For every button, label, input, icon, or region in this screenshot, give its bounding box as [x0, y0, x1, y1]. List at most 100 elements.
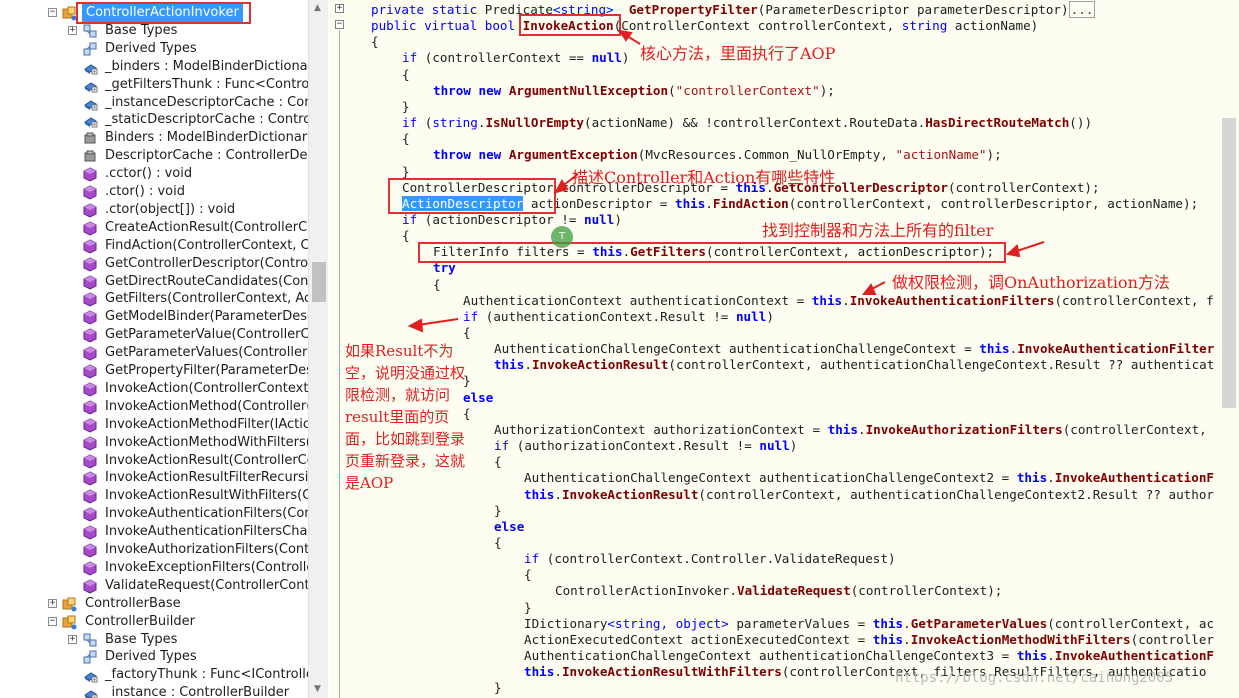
code-line[interactable]: if (string.IsNullOrEmpty(actionName) && …	[402, 115, 1092, 131]
code-line[interactable]: {	[494, 454, 502, 470]
tree-item-label: _binders : ModelBinderDictionar	[105, 58, 313, 74]
tree-item[interactable]: .cctor() : void	[0, 165, 308, 183]
tree-item[interactable]: GetParameterValues(ControllerC	[0, 344, 316, 362]
tree-item[interactable]: InvokeExceptionFilters(Controlle	[0, 559, 314, 577]
tree-item[interactable]: + Base Types	[0, 22, 308, 40]
code-token: (actionName) && !controllerContext.Route…	[584, 115, 926, 131]
tree-item[interactable]: Derived Types	[0, 648, 308, 666]
scroll-up-icon[interactable]: ▲	[314, 3, 321, 13]
tree-item[interactable]: + Base Types	[0, 631, 308, 649]
code-line[interactable]: public virtual bool InvokeAction(Control…	[371, 18, 1038, 34]
code-line[interactable]: AuthenticationChallengeContext authentic…	[524, 470, 1214, 486]
code-line[interactable]: if (actionDescriptor != null)	[402, 212, 622, 228]
code-token: {	[402, 131, 410, 147]
code-line[interactable]: this.InvokeActionResult(controllerContex…	[494, 357, 1214, 373]
code-line[interactable]: {	[524, 567, 532, 583]
code-line[interactable]: if (controllerContext == null)	[402, 50, 630, 66]
code-line[interactable]: private static Predicate<string> GetProp…	[371, 1, 1096, 18]
code-line[interactable]: else	[494, 519, 524, 535]
tree-item[interactable]: GetControllerDescriptor(Control	[0, 255, 312, 273]
tree-item[interactable]: Binders : ModelBinderDictionary	[0, 129, 315, 147]
code-token: "actionName"	[895, 147, 987, 163]
code-line[interactable]: AuthorizationContext authorizationContex…	[494, 422, 1214, 438]
code-token: parameterValues =	[728, 615, 873, 631]
code-line[interactable]: {	[463, 325, 471, 341]
code-line[interactable]: {	[371, 34, 379, 50]
tree-item[interactable]: InvokeActionMethodWithFilters(	[0, 434, 311, 452]
code-line[interactable]: {	[433, 277, 441, 293]
code-token: (controller	[1130, 631, 1215, 647]
tree-item[interactable]: InvokeAuthenticationFilters(Cont	[0, 505, 318, 523]
tree-item[interactable]: − ControllerBuilder	[0, 613, 308, 631]
tree-item[interactable]: InvokeActionResultFilterRecursiv	[0, 469, 316, 487]
tree-item[interactable]: _instance : ControllerBuilder	[0, 684, 308, 698]
tree-item[interactable]: InvokeActionResultWithFilters(Cc	[0, 487, 318, 505]
tree-scrollbar[interactable]: ▲ ▼	[308, 0, 328, 698]
collapsed-region-marker[interactable]: ...	[1068, 1, 1096, 18]
code-token: .	[1047, 648, 1055, 663]
invokeaction-highlight-box	[519, 14, 621, 36]
tree-item[interactable]: InvokeActionResult(ControllerCc	[0, 452, 314, 470]
expand-icon[interactable]: +	[68, 25, 77, 35]
tree-item[interactable]: Derived Types	[0, 40, 308, 58]
tree-item[interactable]: .ctor(object[]) : void	[0, 201, 308, 219]
expand-icon[interactable]: +	[68, 634, 77, 644]
tree-item[interactable]: InvokeAuthorizationFilters(Contr	[0, 541, 315, 559]
tree-item[interactable]: CreateActionResult(ControllerCc	[0, 219, 314, 237]
code-line[interactable]: throw new ArgumentException(MvcResources…	[433, 147, 1002, 163]
tree-item[interactable]: DescriptorCache : ControllerDesc	[0, 147, 321, 165]
tree-item[interactable]: InvokeActionMethod(Controller(	[0, 398, 311, 416]
code-line[interactable]: this.InvokeActionResult(controllerContex…	[524, 487, 1214, 503]
code-line[interactable]: ControllerActionInvoker.ValidateRequest(…	[555, 583, 1002, 599]
tree-item[interactable]: GetModelBinder(ParameterDesc	[0, 308, 314, 326]
code-line[interactable]: }	[494, 503, 502, 519]
method-icon	[83, 310, 98, 325]
tree-item[interactable]: InvokeAuthenticationFiltersChalle	[0, 523, 323, 541]
code-line[interactable]: if (authenticationContext.Result != null…	[463, 309, 774, 325]
tree-item-label: GetControllerDescriptor(Control	[105, 255, 312, 271]
code-line[interactable]: AuthenticationChallengeContext authentic…	[524, 648, 1214, 664]
code-line[interactable]: }	[402, 99, 410, 115]
collapse-icon[interactable]: −	[48, 616, 57, 626]
tree-item[interactable]: FindAction(ControllerContext, Cc	[0, 237, 317, 255]
tree-item[interactable]: GetParameterValue(ControllerCc	[0, 326, 317, 344]
code-line[interactable]: {	[402, 67, 410, 83]
code-line[interactable]: AuthenticationChallengeContext authentic…	[494, 341, 1214, 357]
expand-icon[interactable]: +	[48, 598, 57, 608]
tree-item[interactable]: _staticDescriptorCache : Controll	[0, 111, 318, 129]
code-line[interactable]: }	[524, 600, 532, 616]
code-line[interactable]: }	[494, 680, 502, 696]
code-line[interactable]: if (authorizationContext.Result != null)	[494, 438, 797, 454]
code-line[interactable]: {	[402, 131, 410, 147]
code-line[interactable]: if (controllerContext.Controller.Validat…	[524, 551, 896, 567]
fold-collapse-icon[interactable]: −	[335, 20, 344, 29]
code-line[interactable]: IDictionary<string, object> parameterVal…	[524, 616, 1214, 632]
tree-item[interactable]: GetDirectRouteCandidates(Contr	[0, 273, 319, 291]
tree-item[interactable]: _instanceDescriptorCache : Contr	[0, 94, 323, 112]
tree-item[interactable]: _binders : ModelBinderDictionar	[0, 58, 313, 76]
editor-scrollbar[interactable]	[1219, 0, 1239, 698]
fold-expand-icon[interactable]: +	[335, 4, 344, 13]
code-line[interactable]: AuthenticationContext authenticationCont…	[463, 293, 1214, 309]
tree-item[interactable]: GetFilters(ControllerContext, Act	[0, 290, 316, 308]
scroll-down-icon[interactable]: ▼	[314, 684, 321, 694]
code-token: if	[494, 438, 510, 454]
editor-scroll-thumb[interactable]	[1222, 118, 1236, 408]
tree-item[interactable]: + ControllerBase	[0, 595, 308, 613]
tree-item[interactable]: InvokeActionMethodFilter(IActic	[0, 416, 310, 434]
code-token: this	[524, 486, 555, 502]
tree-item[interactable]: .ctor() : void	[0, 183, 308, 201]
tree-item-label: .cctor() : void	[105, 166, 193, 182]
tree-item[interactable]: InvokeAction(ControllerContext,	[0, 380, 313, 398]
code-line[interactable]: {	[494, 535, 502, 551]
tree-item[interactable]: _factoryThunk : Func<IController	[0, 666, 319, 684]
tree-item-label: ControllerBase	[85, 595, 181, 611]
tree-item[interactable]: _getFiltersThunk : Func<Controll	[0, 76, 317, 94]
code-line[interactable]: throw new ArgumentNullException("control…	[433, 83, 835, 99]
code-line[interactable]: ActionExecutedContext actionExecutedCont…	[524, 632, 1214, 648]
tree-item[interactable]: GetPropertyFilter(ParameterDes	[0, 362, 313, 380]
collapse-icon[interactable]: −	[48, 8, 57, 17]
tree-item[interactable]: ValidateRequest(ControllerConte	[0, 577, 318, 595]
code-line[interactable]: {	[402, 228, 410, 244]
tree-scroll-thumb[interactable]	[312, 262, 326, 302]
